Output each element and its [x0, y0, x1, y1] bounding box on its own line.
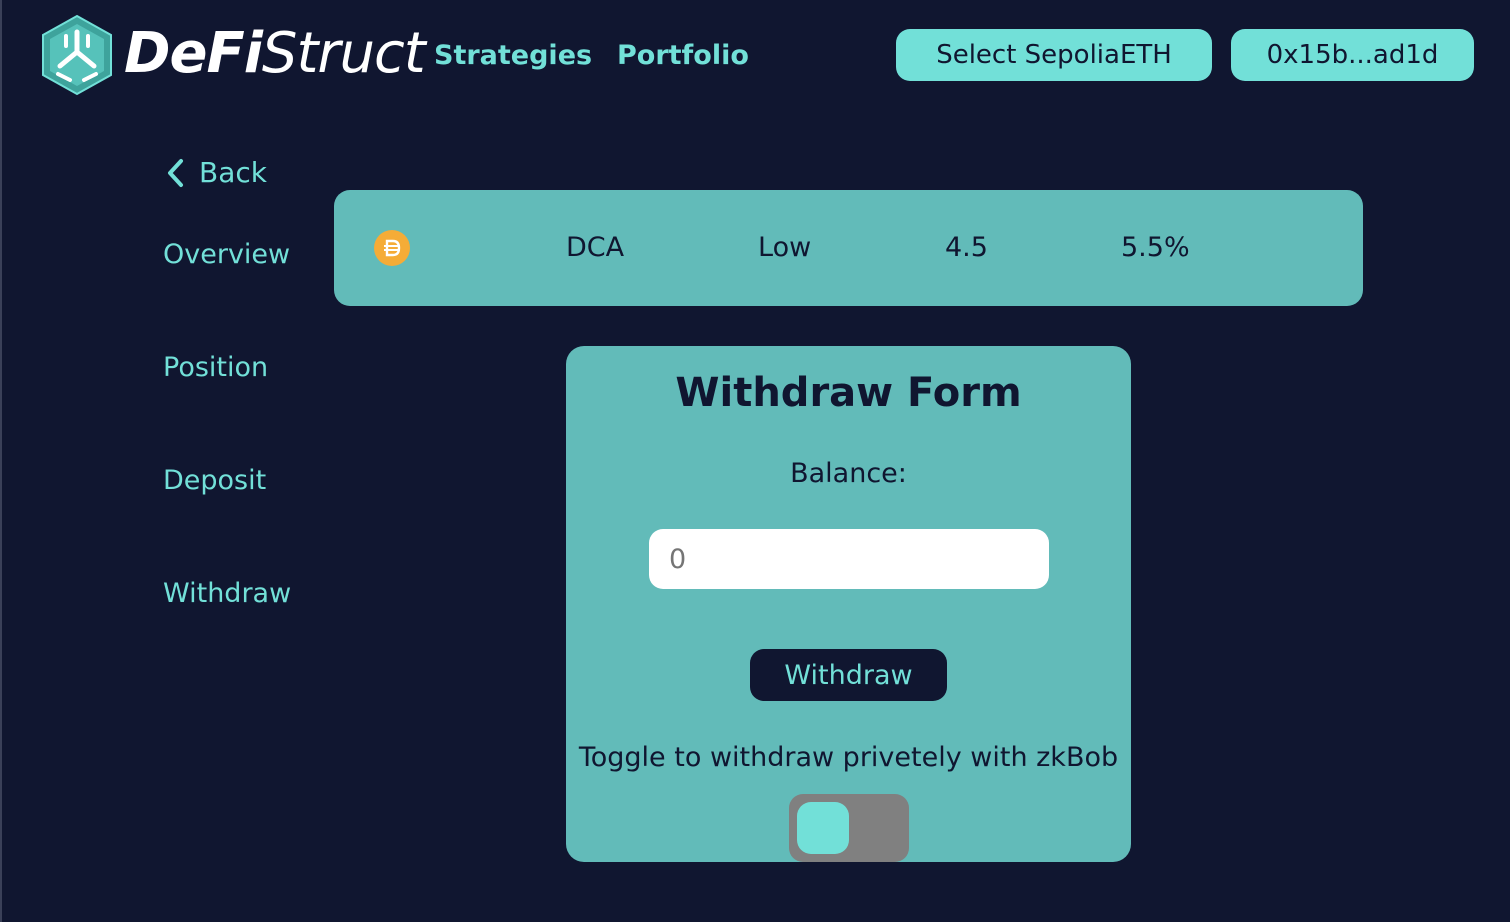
- strategy-score: 4.5: [945, 232, 988, 263]
- form-title: Withdraw Form: [675, 370, 1022, 416]
- sidebar-item-withdraw[interactable]: Withdraw: [163, 576, 291, 612]
- brand-name: DeFiStruct: [124, 21, 426, 86]
- withdraw-button[interactable]: Withdraw: [750, 649, 947, 701]
- app-page: DeFiStruct Strategies Portfolio Select S…: [0, 0, 1510, 922]
- strategy-type: DCA: [566, 232, 625, 263]
- private-toggle-label: Toggle to withdraw privetely with zkBob: [578, 742, 1119, 773]
- nav-strategies-link[interactable]: Strategies: [434, 38, 592, 74]
- withdraw-form-card: Withdraw Form Balance: Withdraw Toggle t…: [566, 346, 1131, 862]
- defistruct-logo-icon: [42, 14, 112, 96]
- sidebar-item-deposit[interactable]: Deposit: [163, 463, 266, 499]
- wallet-address-button[interactable]: 0x15b...ad1d: [1231, 29, 1474, 81]
- balance-label: Balance:: [790, 458, 907, 489]
- nav-portfolio-link[interactable]: Portfolio: [617, 38, 749, 74]
- select-network-button[interactable]: Select SepoliaETH: [896, 29, 1212, 81]
- strategy-risk: Low: [758, 232, 812, 263]
- back-link[interactable]: Back: [165, 156, 267, 189]
- strategy-apy: 5.5%: [1121, 232, 1190, 263]
- dai-icon: [374, 230, 410, 266]
- strategy-summary-row: DCA Low 4.5 5.5%: [334, 190, 1363, 306]
- back-label: Back: [199, 156, 267, 189]
- brand-name-bold: DeFi: [124, 21, 263, 86]
- withdraw-amount-input[interactable]: [649, 529, 1049, 589]
- private-withdraw-toggle[interactable]: [789, 794, 909, 862]
- toggle-knob: [797, 802, 849, 854]
- chevron-left-icon: [168, 158, 183, 187]
- sidebar-item-overview[interactable]: Overview: [163, 237, 290, 273]
- brand-name-light: Struct: [261, 21, 426, 86]
- sidebar-item-position[interactable]: Position: [163, 350, 268, 386]
